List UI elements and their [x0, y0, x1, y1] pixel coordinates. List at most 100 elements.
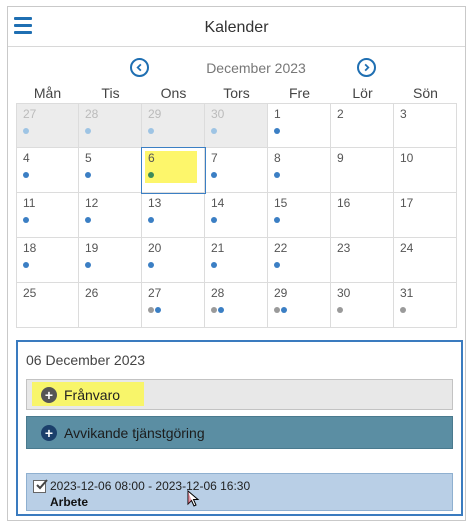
chevron-left-icon — [136, 63, 142, 72]
event-item[interactable]: 2023-12-06 08:00 - 2023-12-06 16:30 Arbe… — [26, 473, 453, 511]
day-number: 30 — [211, 107, 225, 121]
month-label: December 2023 — [206, 60, 306, 76]
event-dot — [274, 172, 280, 178]
day-cell[interactable]: 5 — [79, 148, 142, 193]
day-cell[interactable]: 15 — [268, 193, 331, 238]
day-cell[interactable]: 22 — [268, 238, 331, 283]
month-navigation: December 2023 — [16, 57, 463, 81]
day-number: 22 — [274, 241, 288, 255]
day-number: 18 — [23, 241, 37, 255]
day-cell[interactable]: 27 — [16, 103, 79, 148]
day-number: 23 — [337, 241, 351, 255]
event-dots — [23, 128, 29, 134]
event-dots — [211, 217, 217, 223]
day-cell[interactable]: 27 — [142, 283, 205, 328]
weekday-label: Fre — [289, 85, 310, 101]
event-dots — [211, 128, 217, 134]
day-cell[interactable]: 29 — [268, 283, 331, 328]
mouse-cursor-icon — [187, 490, 200, 507]
day-cell[interactable]: 28 — [79, 103, 142, 148]
event-dots — [211, 172, 217, 178]
next-month-button[interactable] — [357, 58, 376, 77]
event-dot — [274, 128, 280, 134]
day-cell[interactable]: 28 — [205, 283, 268, 328]
day-cell[interactable]: 30 — [331, 283, 394, 328]
day-cell[interactable]: 12 — [79, 193, 142, 238]
event-dots — [400, 307, 406, 313]
checkbox[interactable] — [33, 479, 48, 493]
previous-month-button[interactable] — [130, 58, 149, 77]
day-number: 16 — [337, 196, 351, 210]
day-cell[interactable]: 2 — [331, 103, 394, 148]
day-number: 21 — [211, 241, 225, 255]
event-dot — [85, 172, 91, 178]
day-cell[interactable]: 29 — [142, 103, 205, 148]
day-number: 19 — [85, 241, 99, 255]
check-icon — [36, 479, 48, 490]
event-dots — [274, 128, 280, 134]
weekday-label: Tis — [101, 85, 120, 101]
event-dot — [211, 307, 217, 313]
day-number: 28 — [85, 107, 99, 121]
day-cell[interactable]: 1 — [268, 103, 331, 148]
day-cell[interactable]: 23 — [331, 238, 394, 283]
event-dot — [85, 217, 91, 223]
day-cell[interactable]: 7 — [205, 148, 268, 193]
day-cell[interactable]: 20 — [142, 238, 205, 283]
day-number: 15 — [274, 196, 288, 210]
event-dots — [23, 217, 29, 223]
event-dots — [23, 172, 29, 178]
day-cell[interactable]: 9 — [331, 148, 394, 193]
weekday-header: Mån Tis Ons Tors Fre Lör Sön — [16, 85, 463, 103]
event-dot — [274, 307, 280, 313]
franvaro-button[interactable]: + Frånvaro — [26, 379, 453, 410]
event-dot — [23, 262, 29, 268]
event-dot — [23, 128, 29, 134]
day-number: 2 — [337, 107, 344, 121]
event-dot — [281, 307, 287, 313]
day-cell[interactable]: 19 — [79, 238, 142, 283]
event-dots — [23, 262, 29, 268]
day-cell[interactable]: 31 — [394, 283, 457, 328]
day-cell[interactable]: 13 — [142, 193, 205, 238]
day-cell[interactable]: 8 — [268, 148, 331, 193]
day-number: 3 — [400, 107, 407, 121]
event-dot — [337, 307, 343, 313]
day-cell[interactable]: 21 — [205, 238, 268, 283]
day-cell[interactable]: 10 — [394, 148, 457, 193]
day-cell[interactable]: 18 — [16, 238, 79, 283]
day-number: 5 — [85, 151, 92, 165]
event-dot — [148, 172, 154, 178]
day-cell[interactable]: 26 — [79, 283, 142, 328]
event-dots — [274, 307, 287, 313]
avvikande-tjanstgoring-button[interactable]: + Avvikande tjänstgöring — [26, 416, 453, 449]
day-cell[interactable]: 17 — [394, 193, 457, 238]
day-cell[interactable]: 14 — [205, 193, 268, 238]
event-dot — [23, 172, 29, 178]
day-number: 13 — [148, 196, 162, 210]
day-cell[interactable]: 3 — [394, 103, 457, 148]
day-cell[interactable]: 6 — [141, 147, 206, 194]
day-number: 6 — [148, 151, 155, 165]
weekday-label: Sön — [413, 85, 438, 101]
event-dot — [148, 307, 154, 313]
day-number: 17 — [400, 196, 414, 210]
event-dots — [148, 172, 154, 178]
day-cell[interactable]: 24 — [394, 238, 457, 283]
day-number: 1 — [274, 107, 281, 121]
weekday-label: Mån — [33, 85, 62, 101]
day-number: 4 — [23, 151, 30, 165]
day-cell[interactable]: 30 — [205, 103, 268, 148]
day-cell[interactable]: 25 — [16, 283, 79, 328]
event-dots — [85, 262, 91, 268]
day-number: 14 — [211, 196, 225, 210]
event-dots — [85, 217, 91, 223]
chevron-right-icon — [364, 63, 370, 72]
day-cell[interactable]: 11 — [16, 193, 79, 238]
event-dot — [400, 307, 406, 313]
day-cell[interactable]: 16 — [331, 193, 394, 238]
day-number: 12 — [85, 196, 99, 210]
day-cell[interactable]: 4 — [16, 148, 79, 193]
day-number: 24 — [400, 241, 414, 255]
event-dot — [148, 262, 154, 268]
